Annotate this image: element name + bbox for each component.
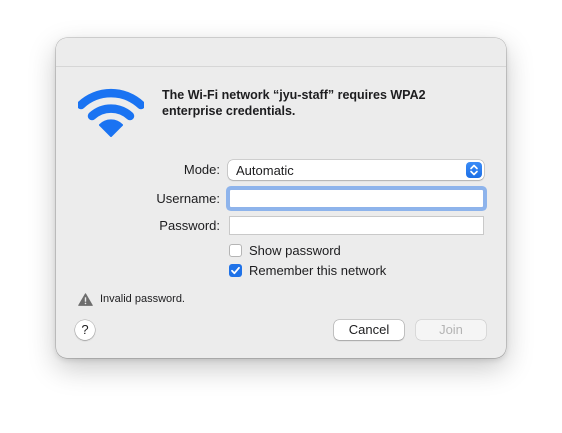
warning-icon [78, 293, 93, 306]
wifi-icon [78, 88, 144, 137]
username-field[interactable] [229, 189, 484, 208]
wifi-credentials-dialog: The Wi-Fi network “jyu-staff” requires W… [56, 38, 506, 358]
show-password-checkbox[interactable] [229, 244, 242, 257]
checkmark-icon [231, 266, 240, 275]
join-button[interactable]: Join [416, 320, 486, 340]
dialog-titlebar [56, 38, 506, 67]
password-field[interactable] [229, 216, 484, 235]
password-label: Password: [159, 218, 220, 233]
status-message: Invalid password. [100, 293, 185, 305]
remember-network-label[interactable]: Remember this network [249, 263, 386, 278]
help-button[interactable]: ? [75, 320, 95, 340]
dialog-message: The Wi-Fi network “jyu-staff” requires W… [162, 88, 426, 118]
cancel-button[interactable]: Cancel [334, 320, 404, 340]
mode-select[interactable]: Automatic [228, 160, 484, 180]
mode-select-value: Automatic [236, 163, 294, 178]
username-label: Username: [156, 191, 220, 206]
show-password-label[interactable]: Show password [249, 243, 341, 258]
remember-network-checkbox[interactable] [229, 264, 242, 277]
mode-label: Mode: [183, 162, 220, 177]
up-down-chevron-icon [466, 162, 482, 178]
